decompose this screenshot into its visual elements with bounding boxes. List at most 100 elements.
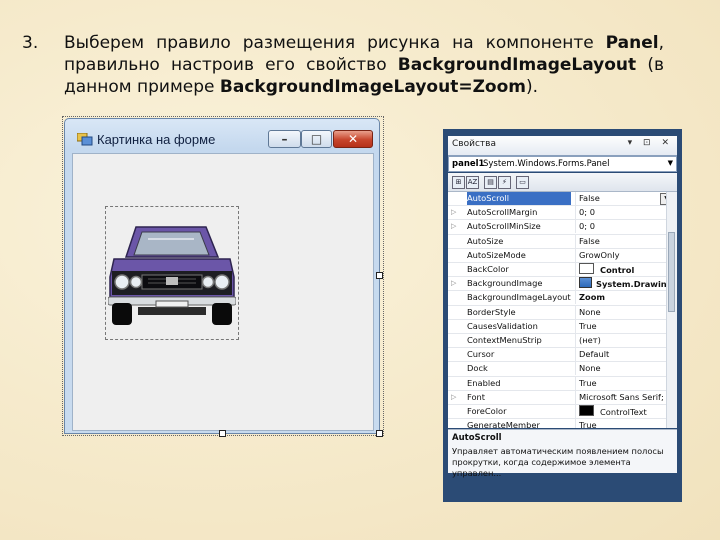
- chevron-down-icon[interactable]: ▼: [668, 159, 673, 167]
- minimize-icon: –: [281, 132, 288, 146]
- panel1[interactable]: [105, 206, 239, 340]
- property-row[interactable]: AutoSizeMode GrowOnly: [448, 248, 677, 263]
- property-value[interactable]: Microsoft Sans Serif; 8: [575, 390, 677, 404]
- property-row[interactable]: AutoSize False: [448, 234, 677, 249]
- property-row[interactable]: CausesValidation True: [448, 319, 677, 334]
- property-value[interactable]: 0; 0: [575, 206, 677, 220]
- property-value-text: System.Drawing: [596, 279, 673, 290]
- property-name: BackgroundImage: [467, 278, 543, 289]
- property-value[interactable]: False▼: [575, 192, 677, 205]
- property-value-text: Default: [579, 349, 610, 360]
- property-keyword: BackgroundImageLayout: [397, 55, 637, 75]
- example-keyword: BackgroundImageLayout=Zoom: [219, 77, 526, 97]
- property-value[interactable]: 0; 0: [575, 220, 677, 234]
- property-row[interactable]: BackgroundImageLayout Zoom: [448, 291, 677, 306]
- property-name: BackgroundImageLayout: [467, 292, 571, 303]
- object-selector[interactable]: panel1 System.Windows.Forms.Panel ▼: [448, 156, 677, 172]
- car-icon: [108, 226, 236, 325]
- resize-handle-corner[interactable]: [376, 430, 383, 437]
- property-row[interactable]: ▷ AutoScrollMinSize 0; 0: [448, 220, 677, 235]
- property-value[interactable]: ControlText: [575, 405, 677, 419]
- property-value-text: Control: [600, 265, 635, 275]
- properties-pane: Свойства ▾ ⊡ ✕ panel1 System.Windows.For…: [443, 129, 682, 502]
- properties-toolbar: ⊞ AZ ▤ ⚡ ▭: [448, 173, 677, 192]
- property-value-text: 0; 0: [579, 221, 595, 232]
- maximize-icon: □: [310, 132, 323, 146]
- properties-icon[interactable]: ▤: [484, 176, 497, 189]
- events-icon[interactable]: ⚡: [498, 176, 511, 189]
- property-value-text: True: [579, 420, 597, 428]
- property-name: Font: [467, 391, 486, 402]
- close-button[interactable]: ✕: [333, 130, 373, 148]
- property-value[interactable]: Zoom: [575, 291, 677, 305]
- property-value[interactable]: Control: [575, 263, 677, 277]
- property-value[interactable]: True: [575, 376, 677, 390]
- property-value[interactable]: False: [575, 234, 677, 248]
- property-row[interactable]: ▷ Font Microsoft Sans Serif; 8: [448, 390, 677, 405]
- property-value-text: None: [579, 306, 601, 317]
- form-window[interactable]: Картинка на форме – □ ✕: [64, 118, 380, 434]
- form-app-icon: [77, 133, 93, 146]
- property-value[interactable]: Default: [575, 348, 677, 362]
- property-value-text: None: [579, 363, 601, 374]
- form-client-area[interactable]: [72, 153, 374, 431]
- property-row[interactable]: Dock None: [448, 362, 677, 377]
- property-name: ContextMenuStrip: [467, 335, 542, 345]
- scroll-thumb[interactable]: [668, 232, 675, 312]
- color-swatch-icon: [579, 405, 594, 416]
- minimize-button[interactable]: –: [268, 130, 301, 148]
- property-row[interactable]: ContextMenuStrip (нет): [448, 334, 677, 349]
- categorized-icon[interactable]: ⊞: [452, 176, 465, 189]
- property-value[interactable]: None: [575, 362, 677, 376]
- property-row[interactable]: Enabled True: [448, 376, 677, 391]
- property-value[interactable]: True: [575, 319, 677, 333]
- property-row[interactable]: AutoScroll False▼: [448, 192, 677, 207]
- expand-icon[interactable]: ▷: [451, 391, 463, 404]
- alphabetical-icon[interactable]: AZ: [466, 176, 479, 189]
- property-name: BorderStyle: [467, 306, 516, 317]
- property-row[interactable]: Cursor Default: [448, 348, 677, 363]
- property-value[interactable]: True: [575, 419, 677, 428]
- properties-titlebar[interactable]: Свойства ▾ ⊡ ✕: [448, 136, 677, 156]
- description-title: AutoScroll: [452, 433, 502, 443]
- maximize-button[interactable]: □: [301, 130, 332, 148]
- object-name: panel1: [452, 159, 485, 169]
- description-panel: AutoScroll Управляет автоматическим появ…: [448, 429, 677, 478]
- property-row[interactable]: ▷ AutoScrollMargin 0; 0: [448, 206, 677, 221]
- property-name: AutoScrollMargin: [467, 207, 538, 218]
- property-value-text: True: [579, 377, 597, 388]
- property-row[interactable]: ▷ BackgroundImage System.Drawing: [448, 277, 677, 292]
- property-value[interactable]: None: [575, 305, 677, 319]
- property-row[interactable]: ForeColor ControlText: [448, 405, 677, 420]
- property-pages-icon[interactable]: ▭: [516, 176, 529, 189]
- step-number: 3.: [22, 33, 39, 53]
- property-name: Cursor: [467, 349, 495, 360]
- property-name: Dock: [467, 363, 488, 374]
- expand-icon[interactable]: ▷: [451, 220, 463, 233]
- property-value-text: False: [579, 193, 600, 203]
- property-value-text: Zoom: [579, 292, 606, 303]
- property-name: Enabled: [467, 377, 501, 388]
- property-name: AutoScrollMinSize: [467, 221, 541, 232]
- pin-close-icon[interactable]: ▾ ⊡ ✕: [628, 138, 673, 148]
- expand-icon[interactable]: ▷: [451, 277, 463, 290]
- property-value[interactable]: GrowOnly: [575, 248, 677, 262]
- form-titlebar[interactable]: Картинка на форме – □ ✕: [65, 119, 379, 153]
- property-name: AutoSize: [467, 235, 504, 246]
- property-row[interactable]: BorderStyle None: [448, 305, 677, 320]
- property-name: ForeColor: [467, 406, 507, 416]
- property-value[interactable]: (нет): [575, 334, 677, 347]
- resize-handle-right[interactable]: [376, 272, 383, 279]
- grid-scrollbar[interactable]: [666, 192, 677, 428]
- panel-keyword: Panel: [605, 33, 659, 53]
- property-value-text: Microsoft Sans Serif; 8: [579, 391, 672, 402]
- property-row[interactable]: GenerateMember True: [448, 419, 677, 428]
- resize-handle-bottom[interactable]: [219, 430, 226, 437]
- property-row[interactable]: BackColor Control: [448, 263, 677, 278]
- color-swatch-icon: [579, 263, 594, 274]
- property-name: AutoScroll: [467, 192, 571, 205]
- property-value[interactable]: System.Drawing: [575, 277, 677, 292]
- expand-icon[interactable]: ▷: [451, 206, 463, 219]
- close-icon: ✕: [347, 132, 359, 146]
- step-text: Выберем правило размещения рисунка на ко…: [64, 33, 664, 97]
